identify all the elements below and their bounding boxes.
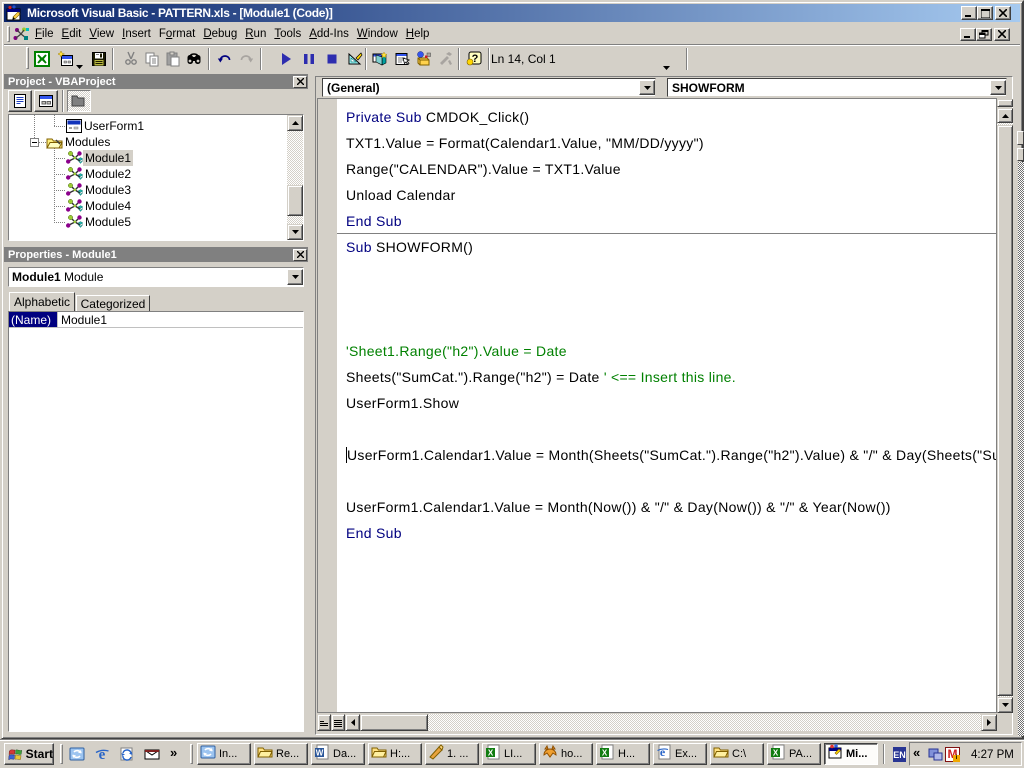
svg-text:e: e [99,747,106,762]
svg-text:W: W [316,748,324,757]
svg-text:e: e [660,745,666,759]
svg-text:X: X [488,748,494,757]
svg-text:X: X [773,748,779,757]
svg-text:X: X [602,748,608,757]
